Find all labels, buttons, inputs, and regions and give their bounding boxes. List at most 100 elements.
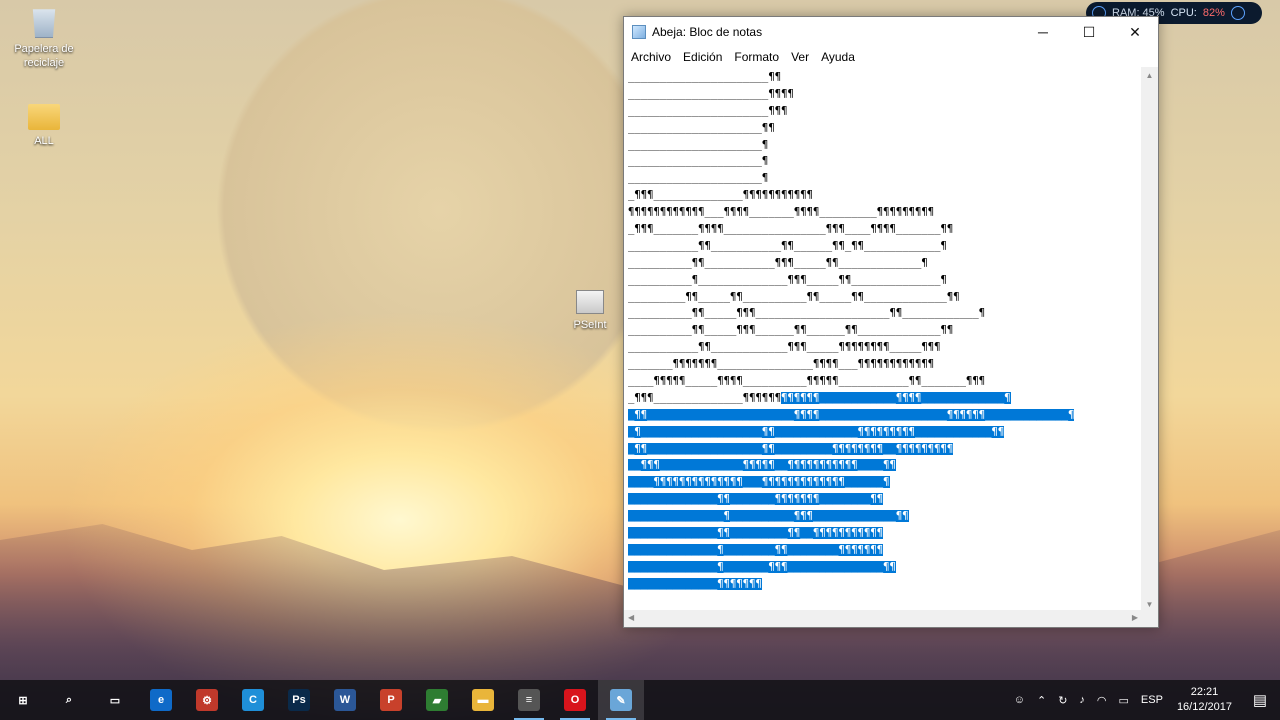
text-line: _______¶¶¶¶¶¶¶_______________¶¶¶¶___¶¶¶¶… [628,356,1138,373]
scroll-up-icon[interactable]: ▲ [1141,67,1158,84]
text-line: _______________¶__________¶¶¶___________… [628,508,1138,525]
word-icon: W [334,689,356,711]
selected-text: _¶___________________¶¶_____________¶¶¶¶… [628,425,1005,438]
taskbar-tool-button[interactable]: ⚙ [184,680,230,720]
pseint-shortcut-icon [576,290,604,314]
line-text: ___________¶¶___________¶¶______¶¶_¶¶___… [628,239,947,252]
notification-icon[interactable]: ▤ [1240,691,1280,709]
maximize-button[interactable]: ☐ [1066,17,1112,47]
line-text: __________¶¶_____¶¶¶____________________… [628,307,986,320]
clock-date: 16/12/2017 [1176,701,1232,713]
text-editor[interactable]: ______________________¶¶ ________________… [624,67,1142,613]
battery-icon[interactable]: ▭ [1113,694,1135,707]
pseint-desktop-icon[interactable]: PSeInt [555,290,625,332]
text-line: ______________¶________¶¶________¶¶¶¶¶¶¶ [628,542,1138,559]
line-text: _¶¶¶______________¶¶¶¶¶¶¶¶¶¶¶ [628,189,813,202]
folder-icon [28,104,60,130]
scroll-right-icon[interactable]: ▶ [1132,613,1138,622]
text-line: ¶¶¶¶¶¶¶¶¶¶¶¶___¶¶¶¶_______¶¶¶¶_________¶… [628,204,1138,221]
minimize-button[interactable]: ─ [1020,17,1066,47]
text-line: ______________¶¶_______¶¶¶¶¶¶¶________¶¶ [628,491,1138,508]
text-line: _____________________¶ [628,170,1138,187]
title-bar[interactable]: Abeja: Bloc de notas ─ ☐ ✕ [624,17,1158,47]
line-text: ____¶¶¶¶¶_____¶¶¶¶__________¶¶¶¶¶_______… [628,375,986,388]
cpu-label: CPU: [1170,7,1197,19]
text-line: _¶¶__________________¶¶_________¶¶¶¶¶¶¶¶… [628,441,1138,458]
menu-archivo[interactable]: Archivo [625,50,677,64]
taskbar-opera-button[interactable]: O [552,680,598,720]
menu-ayuda[interactable]: Ayuda [815,50,861,64]
menu-edicion[interactable]: Edición [677,50,728,64]
selected-text: ______________¶¶¶¶¶¶¶ [628,577,762,590]
line-text: _________¶¶_____¶¶__________¶¶_____¶¶___… [628,290,960,303]
notepad-window[interactable]: Abeja: Bloc de notas ─ ☐ ✕ Archivo Edici… [623,16,1159,628]
close-button[interactable]: ✕ [1112,17,1158,47]
selected-text: ______________¶_______¶¶¶_______________… [628,560,896,573]
edge-icon: e [150,689,172,711]
resize-grip[interactable] [1141,610,1158,627]
taskbar-browser-button[interactable]: C [230,680,276,720]
language-indicator[interactable]: ESP [1135,694,1169,706]
menu-formato[interactable]: Formato [728,50,785,64]
photoshop-icon: Ps [288,689,310,711]
text-line: __________¶¶_____¶¶¶____________________… [628,305,1138,322]
clock[interactable]: 22:21 16/12/2017 [1169,685,1240,715]
notepad-icon: ✎ [610,689,632,711]
line-text: __________¶¶___________¶¶¶_____¶¶_______… [628,256,928,269]
powerpoint-icon: P [380,689,402,711]
all-folder-desktop-icon[interactable]: ALL [9,100,79,148]
text-line: _____________________¶ [628,153,1138,170]
text-line: _________¶¶_____¶¶__________¶¶_____¶¶___… [628,289,1138,306]
selected-text: ______________¶¶_________¶¶__¶¶¶¶¶¶¶¶¶¶¶ [628,527,884,540]
selected-text: _______________¶__________¶¶¶___________… [628,510,909,523]
taskbar-book-button[interactable]: ▰ [414,680,460,720]
people-icon[interactable]: ☺ [1008,694,1031,706]
horizontal-scrollbar[interactable]: ◀ ▶ [624,610,1142,627]
window-title: Abeja: Bloc de notas [652,25,763,39]
taskbar-word-button[interactable]: W [322,680,368,720]
menu-ver[interactable]: Ver [785,50,815,64]
vertical-scrollbar[interactable]: ▲ ▼ [1141,67,1158,613]
chevron-up-icon[interactable]: ⌃ [1031,694,1052,707]
taskbar-edge-button[interactable]: e [138,680,184,720]
text-line: ___________¶¶___________¶¶______¶¶_¶¶___… [628,238,1138,255]
recycle-bin-label: Papelera de reciclaje [14,43,74,69]
line-text: ___________¶¶____________¶¶¶_____¶¶¶¶¶¶¶… [628,341,941,354]
text-line: __¶¶¶_____________¶¶¶¶¶__¶¶¶¶¶¶¶¶¶¶¶____… [628,457,1138,474]
line-text: _¶¶¶______________¶¶¶¶¶¶ [628,391,782,404]
text-line: ______________¶¶¶¶¶¶¶ [628,576,1138,593]
book-icon: ▰ [426,689,448,711]
text-line: _¶¶_______________________¶¶¶¶__________… [628,407,1138,424]
sync-icon[interactable]: ↻ [1052,694,1073,707]
settings-icon[interactable] [1230,6,1245,20]
text-line: _____________________¶¶ [628,120,1138,137]
taskbar-start-button[interactable]: ⊞ [0,680,46,720]
taskbar-photoshop-button[interactable]: Ps [276,680,322,720]
volume-icon[interactable]: ♪ [1073,694,1091,706]
taskbar-pseint-button[interactable]: ≡ [506,680,552,720]
text-line: ____¶¶¶¶¶¶¶¶¶¶¶¶¶¶___¶¶¶¶¶¶¶¶¶¶¶¶¶______… [628,474,1138,491]
taskbar-folder-button[interactable]: ▬ [460,680,506,720]
taskbar-notepad-button[interactable]: ✎ [598,680,644,720]
selected-text: ¶¶¶¶¶¶____________¶¶¶¶_____________¶ [781,391,1011,404]
text-line: ______________¶_______¶¶¶_______________… [628,559,1138,576]
text-line: __________¶¶_____¶¶¶______¶¶______¶¶____… [628,322,1138,339]
selected-text: ______________¶________¶¶________¶¶¶¶¶¶¶ [628,543,884,556]
line-text: _____________________¶ [628,155,769,168]
clock-time: 22:21 [1190,686,1219,698]
selected-text: _¶¶_______________________¶¶¶¶__________… [628,408,1075,421]
recycle-bin-icon [32,9,56,38]
folder-icon: ▬ [472,689,494,711]
system-tray: ☺ ⌃ ↻ ♪ ◠ ▭ ESP 22:21 16/12/2017 ▤ [1008,680,1280,720]
start-icon: ⊞ [18,694,28,707]
scroll-left-icon[interactable]: ◀ [628,613,634,622]
line-text: ______________________¶¶ [628,71,782,83]
recycle-bin-desktop-icon[interactable]: Papelera de reciclaje [9,6,79,70]
taskbar: ⊞ ⌕ ▭ e ⚙ C Ps W P ▰ ▬ ≡ O ✎ ☺ ⌃ ↻ ♪ ◠ ▭ ESP 22:21 16… [0,680,1280,720]
taskbar-powerpoint-button[interactable]: P [368,680,414,720]
text-line: __________¶¶___________¶¶¶_____¶¶_______… [628,255,1138,272]
taskbar-search-button[interactable]: ⌕ [46,680,92,720]
wifi-icon[interactable]: ◠ [1091,694,1113,707]
taskbar-task-view-button[interactable]: ▭ [92,680,138,720]
text-line: _¶¶¶______________¶¶¶¶¶¶¶¶¶¶¶ [628,187,1138,204]
